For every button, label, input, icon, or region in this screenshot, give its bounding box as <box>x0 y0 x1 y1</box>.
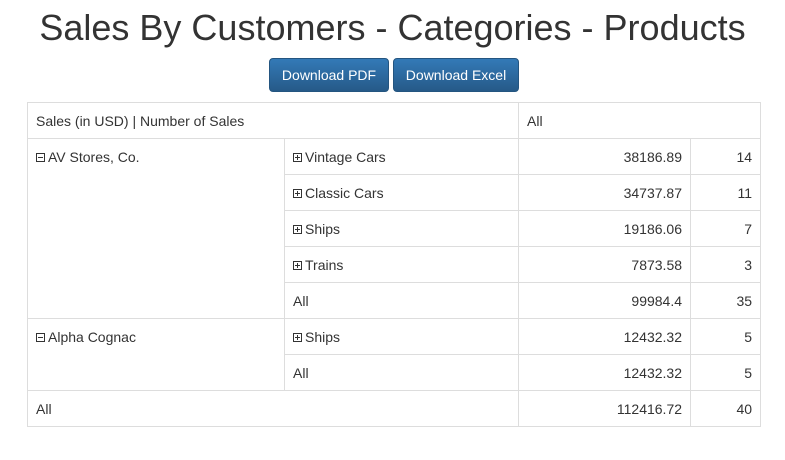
expand-icon[interactable] <box>293 332 302 342</box>
category-cell[interactable]: Vintage Cars <box>283 138 520 175</box>
pivot-table: Sales (in USD) | Number of Sales All AV S… <box>26 102 762 427</box>
sales-value: 34737.87 <box>518 174 692 211</box>
subtotal-count: 5 <box>690 354 762 391</box>
customer-name: Alpha Cognac <box>48 329 136 345</box>
category-cell[interactable]: Trains <box>283 246 520 283</box>
category-name: Ships <box>305 220 341 237</box>
page: Sales By Customers - Categories - Produc… <box>0 0 785 460</box>
sales-count: 5 <box>690 318 762 355</box>
category-cell[interactable]: Ships <box>283 318 520 355</box>
subtotal-sales: 99984.4 <box>518 282 692 319</box>
grand-total-row: All 112416.72 40 <box>26 390 762 427</box>
subtotal-sales: 12432.32 <box>518 354 692 391</box>
expand-icon[interactable] <box>293 152 302 162</box>
subtotal-label: All <box>283 354 520 391</box>
pivot-header-label: Sales (in USD) | Number of Sales <box>26 102 520 139</box>
category-name: Trains <box>305 256 344 273</box>
customer-cell[interactable]: AV Stores, Co. <box>27 138 285 319</box>
sales-count: 14 <box>690 138 762 175</box>
collapse-icon[interactable] <box>36 333 45 342</box>
category-cell[interactable]: Ships <box>283 210 520 247</box>
sales-value: 19186.06 <box>518 210 692 247</box>
expand-icon[interactable] <box>293 188 302 198</box>
category-name: Ships <box>305 328 341 345</box>
grand-total-count: 40 <box>690 390 762 427</box>
page-title: Sales By Customers - Categories - Produc… <box>39 7 746 48</box>
subtotal-label: All <box>283 282 520 319</box>
pivot-header-column: All <box>518 102 762 139</box>
download-pdf-button[interactable]: Download PDF <box>269 58 389 92</box>
sales-count: 3 <box>690 246 762 283</box>
expand-icon[interactable] <box>293 260 302 270</box>
sales-value: 12432.32 <box>518 318 692 355</box>
sales-count: 11 <box>690 174 762 211</box>
collapse-icon[interactable] <box>36 153 45 162</box>
grand-total-sales: 112416.72 <box>518 390 692 427</box>
customer-cell[interactable]: Alpha Cognac <box>27 318 285 391</box>
pivot-header-row: Sales (in USD) | Number of Sales All <box>26 102 762 139</box>
subtotal-count: 35 <box>690 282 762 319</box>
sales-count: 7 <box>690 210 762 247</box>
expand-icon[interactable] <box>293 224 302 234</box>
download-excel-button[interactable]: Download Excel <box>393 58 519 92</box>
category-name: Classic Cars <box>305 184 384 201</box>
grand-total-label: All <box>26 390 520 427</box>
customer-name: AV Stores, Co. <box>48 149 140 165</box>
category-cell[interactable]: Classic Cars <box>283 174 520 211</box>
sales-value: 7873.58 <box>518 246 692 283</box>
category-name: Vintage Cars <box>305 148 386 165</box>
table-row: AV Stores, Co. Vintage Cars 38186.89 14 <box>27 138 762 319</box>
sales-value: 38186.89 <box>518 138 692 175</box>
table-row: Alpha Cognac Ships 12432.32 5 <box>27 318 762 391</box>
